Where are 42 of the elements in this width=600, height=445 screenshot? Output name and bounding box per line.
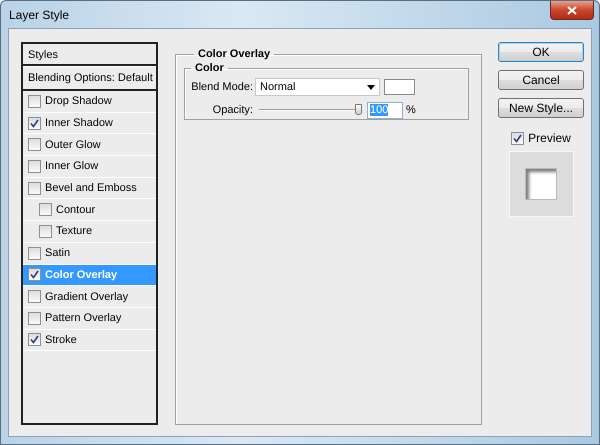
blending-options-item[interactable]: Blending Options: Default xyxy=(23,67,156,91)
style-item[interactable]: Inner Glow xyxy=(23,156,156,178)
group-title: Color xyxy=(194,62,225,74)
checkbox[interactable] xyxy=(511,132,524,144)
checkbox[interactable] xyxy=(28,94,41,108)
checkbox[interactable] xyxy=(28,160,41,173)
slider-thumb[interactable] xyxy=(355,104,362,115)
style-item[interactable]: Bevel and Emboss xyxy=(23,178,156,200)
style-item[interactable]: Gradient Overlay xyxy=(23,286,156,308)
unit-label: % xyxy=(406,104,416,116)
checkbox[interactable] xyxy=(28,312,41,325)
blend-mode-dropdown[interactable]: Normal xyxy=(255,78,380,96)
dialog-button[interactable]: Cancel xyxy=(498,70,584,90)
style-item[interactable]: Inner Shadow xyxy=(23,112,156,134)
checkbox[interactable] xyxy=(28,333,41,346)
checkbox[interactable] xyxy=(28,138,41,152)
section-title: Color Overlay xyxy=(197,48,272,60)
style-item[interactable]: Pattern Overlay xyxy=(23,308,156,330)
style-item[interactable]: Stroke xyxy=(23,330,156,352)
style-item[interactable]: Texture xyxy=(23,221,156,243)
checkbox-label: Preview xyxy=(528,131,571,145)
checkbox[interactable] xyxy=(28,268,41,282)
checkbox[interactable] xyxy=(28,290,41,304)
style-preview-drawing xyxy=(508,151,574,217)
close-icon xyxy=(567,6,577,14)
style-item[interactable]: Outer Glow xyxy=(23,134,156,156)
style-item[interactable]: Contour xyxy=(23,199,156,222)
dropdown-arrow-icon xyxy=(367,84,375,90)
window-title: Layer Style xyxy=(8,7,70,22)
color-swatch[interactable] xyxy=(384,79,415,95)
checkbox[interactable] xyxy=(28,116,41,130)
close-button[interactable] xyxy=(550,1,594,20)
style-item[interactable]: Drop Shadow xyxy=(23,91,156,113)
field-label: Blend Mode: xyxy=(190,81,254,93)
checkbox[interactable] xyxy=(28,182,41,195)
dialog-button[interactable]: OK xyxy=(498,42,584,62)
checkbox[interactable] xyxy=(39,203,52,216)
field-label: Opacity: xyxy=(212,104,254,116)
styles-header[interactable]: Styles xyxy=(23,44,156,67)
checkbox[interactable] xyxy=(28,246,41,260)
dialog-button[interactable]: New Style... xyxy=(498,98,584,118)
checkbox[interactable] xyxy=(39,224,52,238)
